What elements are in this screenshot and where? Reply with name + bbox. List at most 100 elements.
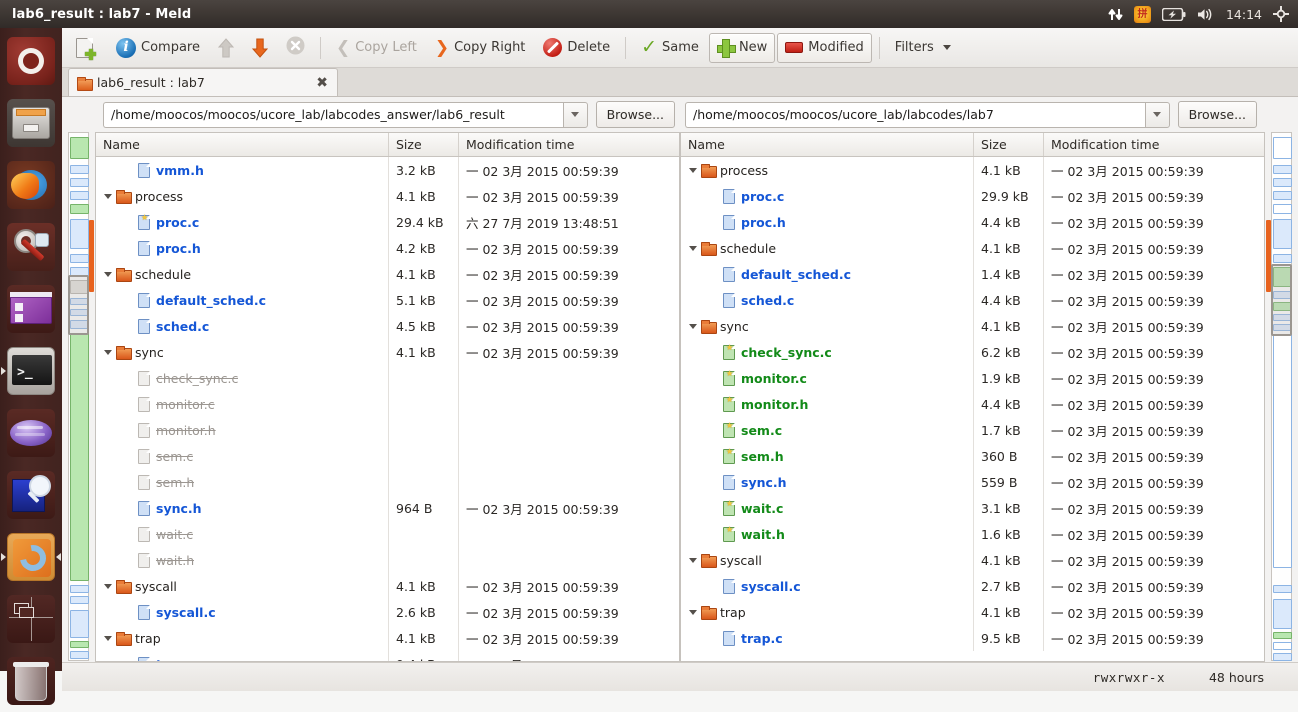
table-row[interactable]: monitor.h <box>96 417 679 443</box>
table-row[interactable]: sem.c <box>96 443 679 469</box>
file-name-cell[interactable]: ★ check_sync.c <box>681 339 974 365</box>
volume-icon[interactable] <box>1197 0 1215 28</box>
right-browse-button[interactable]: Browse... <box>1177 101 1257 128</box>
table-row[interactable]: syscall 4.1 kB 一 02 3月 2015 00:59:39 <box>96 573 679 599</box>
left-path-dropdown-button[interactable] <box>562 101 588 128</box>
network-updown-icon[interactable] <box>1108 0 1123 28</box>
expander-triangle-icon[interactable] <box>685 609 701 615</box>
file-name-cell[interactable]: schedule <box>681 235 974 261</box>
table-row[interactable]: trap 4.1 kB 一 02 3月 2015 00:59:39 <box>681 599 1264 625</box>
left-diff-map-track[interactable] <box>68 132 89 661</box>
file-name-cell[interactable]: syscall.c <box>681 573 974 599</box>
left-browse-button[interactable]: Browse... <box>595 101 675 128</box>
copy-right-button[interactable]: ❯ Copy Right <box>427 33 534 63</box>
delete-button[interactable]: Delete <box>535 33 618 63</box>
file-name-cell[interactable]: sync <box>96 339 389 365</box>
expander-triangle-icon[interactable] <box>685 557 701 563</box>
table-row[interactable]: ★ proc.c 29.4 kB 六 27 7月 2019 13:48:51 <box>96 209 679 235</box>
table-row[interactable]: check_sync.c <box>96 365 679 391</box>
expander-triangle-icon[interactable] <box>100 193 116 199</box>
expander-triangle-icon[interactable] <box>685 323 701 329</box>
file-name-cell[interactable]: ★ sem.h <box>681 443 974 469</box>
file-name-cell[interactable]: syscall <box>96 573 389 599</box>
table-row[interactable]: syscall.c 2.6 kB 一 02 3月 2015 00:59:39 <box>96 599 679 625</box>
expander-triangle-icon[interactable] <box>100 271 116 277</box>
battery-icon[interactable] <box>1161 0 1186 28</box>
launcher-item-help[interactable] <box>0 464 62 526</box>
file-name-cell[interactable]: ★ monitor.h <box>681 391 974 417</box>
file-name-cell[interactable]: wait.h <box>96 547 389 573</box>
table-row[interactable]: sync.h 559 B 一 02 3月 2015 00:59:39 <box>681 469 1264 495</box>
table-row[interactable]: ★ sem.c 1.7 kB 一 02 3月 2015 00:59:39 <box>681 417 1264 443</box>
tab-lab6-result-lab7[interactable]: lab6_result : lab7 ✖ <box>68 68 338 96</box>
file-name-cell[interactable]: proc.c <box>681 183 974 209</box>
table-row[interactable]: ★ sem.h 360 B 一 02 3月 2015 00:59:39 <box>681 443 1264 469</box>
table-row[interactable]: trap 4.1 kB 一 02 3月 2015 00:59:39 <box>96 625 679 651</box>
compare-button[interactable]: i Compare <box>108 33 208 63</box>
table-row[interactable]: ★ wait.h 1.6 kB 一 02 3月 2015 00:59:39 <box>681 521 1264 547</box>
right-header-name[interactable]: Name <box>681 133 974 156</box>
file-name-cell[interactable]: sync.h <box>96 495 389 521</box>
table-row[interactable]: sync.h 964 B 一 02 3月 2015 00:59:39 <box>96 495 679 521</box>
table-row[interactable]: sched.c 4.4 kB 一 02 3月 2015 00:59:39 <box>681 287 1264 313</box>
table-row[interactable]: schedule 4.1 kB 一 02 3月 2015 00:59:39 <box>96 261 679 287</box>
file-name-cell[interactable]: sched.c <box>681 287 974 313</box>
launcher-item-meld[interactable] <box>0 526 62 588</box>
table-row[interactable]: sync 4.1 kB 一 02 3月 2015 00:59:39 <box>681 313 1264 339</box>
table-row[interactable]: wait.c <box>96 521 679 547</box>
table-row[interactable]: ★ check_sync.c 6.2 kB 一 02 3月 2015 00:59:39 <box>681 339 1264 365</box>
launcher-item-amarok[interactable] <box>0 402 62 464</box>
filter-modified-button[interactable]: Modified <box>777 32 872 63</box>
table-row[interactable]: ★ monitor.c 1.9 kB 一 02 3月 2015 00:59:39 <box>681 365 1264 391</box>
filter-same-button[interactable]: ✓ Same <box>633 33 707 63</box>
expander-triangle-icon[interactable] <box>100 349 116 355</box>
file-name-cell[interactable]: check_sync.c <box>96 365 389 391</box>
table-row[interactable]: ★ monitor.h 4.4 kB 一 02 3月 2015 00:59:39 <box>681 391 1264 417</box>
file-name-cell[interactable]: sync.h <box>681 469 974 495</box>
filter-new-button[interactable]: New <box>708 32 776 63</box>
diff-map-viewport-box[interactable] <box>68 275 89 335</box>
launcher-item-software-updater[interactable] <box>0 216 62 278</box>
file-name-cell[interactable]: ★ wait.c <box>681 495 974 521</box>
file-name-cell[interactable]: ★ sem.c <box>681 417 974 443</box>
file-name-cell[interactable]: trap.c <box>96 651 389 661</box>
file-name-cell[interactable]: monitor.h <box>96 417 389 443</box>
stop-button[interactable] <box>278 33 313 63</box>
file-name-cell[interactable]: trap <box>681 599 974 625</box>
file-name-cell[interactable]: process <box>96 183 389 209</box>
file-name-cell[interactable]: syscall <box>681 547 974 573</box>
input-method-icon[interactable]: 拼 <box>1133 0 1151 28</box>
filters-menu-button[interactable]: Filters <box>887 33 959 63</box>
file-name-cell[interactable]: wait.c <box>96 521 389 547</box>
file-name-cell[interactable]: vmm.h <box>96 157 389 183</box>
launcher-item-text-editor[interactable] <box>0 278 62 340</box>
right-path-dropdown-button[interactable] <box>1144 101 1170 128</box>
file-name-cell[interactable]: ★ wait.h <box>681 521 974 547</box>
table-row[interactable]: monitor.c <box>96 391 679 417</box>
file-name-cell[interactable]: ★ proc.c <box>96 209 389 235</box>
table-row[interactable]: proc.h 4.4 kB 一 02 3月 2015 00:59:39 <box>681 209 1264 235</box>
launcher-item-files[interactable] <box>0 92 62 154</box>
expander-triangle-icon[interactable] <box>100 635 116 641</box>
left-header-time[interactable]: Modification time <box>459 133 679 156</box>
file-name-cell[interactable]: syscall.c <box>96 599 389 625</box>
table-row[interactable]: trap.c 9.4 kB一 02 3月 2015 00:59:39 <box>96 651 679 661</box>
table-row[interactable]: proc.c 29.9 kB 一 02 3月 2015 00:59:39 <box>681 183 1264 209</box>
file-name-cell[interactable]: proc.h <box>96 235 389 261</box>
expander-triangle-icon[interactable] <box>685 245 701 251</box>
table-row[interactable]: process 4.1 kB 一 02 3月 2015 00:59:39 <box>681 157 1264 183</box>
right-path-input[interactable]: /home/moocos/moocos/ucore_lab/labcodes/l… <box>685 101 1145 128</box>
left-file-list[interactable]: vmm.h 3.2 kB 一 02 3月 2015 00:59:39 process 4… <box>96 157 679 661</box>
file-name-cell[interactable]: sem.c <box>96 443 389 469</box>
file-name-cell[interactable]: sem.h <box>96 469 389 495</box>
table-row[interactable]: proc.h 4.2 kB 一 02 3月 2015 00:59:39 <box>96 235 679 261</box>
table-row[interactable]: trap.c 9.5 kB 一 02 3月 2015 00:59:39 <box>681 625 1264 651</box>
left-header-size[interactable]: Size <box>389 133 459 156</box>
table-row[interactable]: process 4.1 kB 一 02 3月 2015 00:59:39 <box>96 183 679 209</box>
file-name-cell[interactable]: ★ monitor.c <box>681 365 974 391</box>
table-row[interactable]: sync 4.1 kB 一 02 3月 2015 00:59:39 <box>96 339 679 365</box>
launcher-item-terminal[interactable]: >_ <box>0 340 62 402</box>
diff-map-viewport-box[interactable] <box>1271 264 1292 336</box>
launcher-item-workspace-switcher[interactable] <box>0 588 62 650</box>
table-row[interactable]: sem.h <box>96 469 679 495</box>
